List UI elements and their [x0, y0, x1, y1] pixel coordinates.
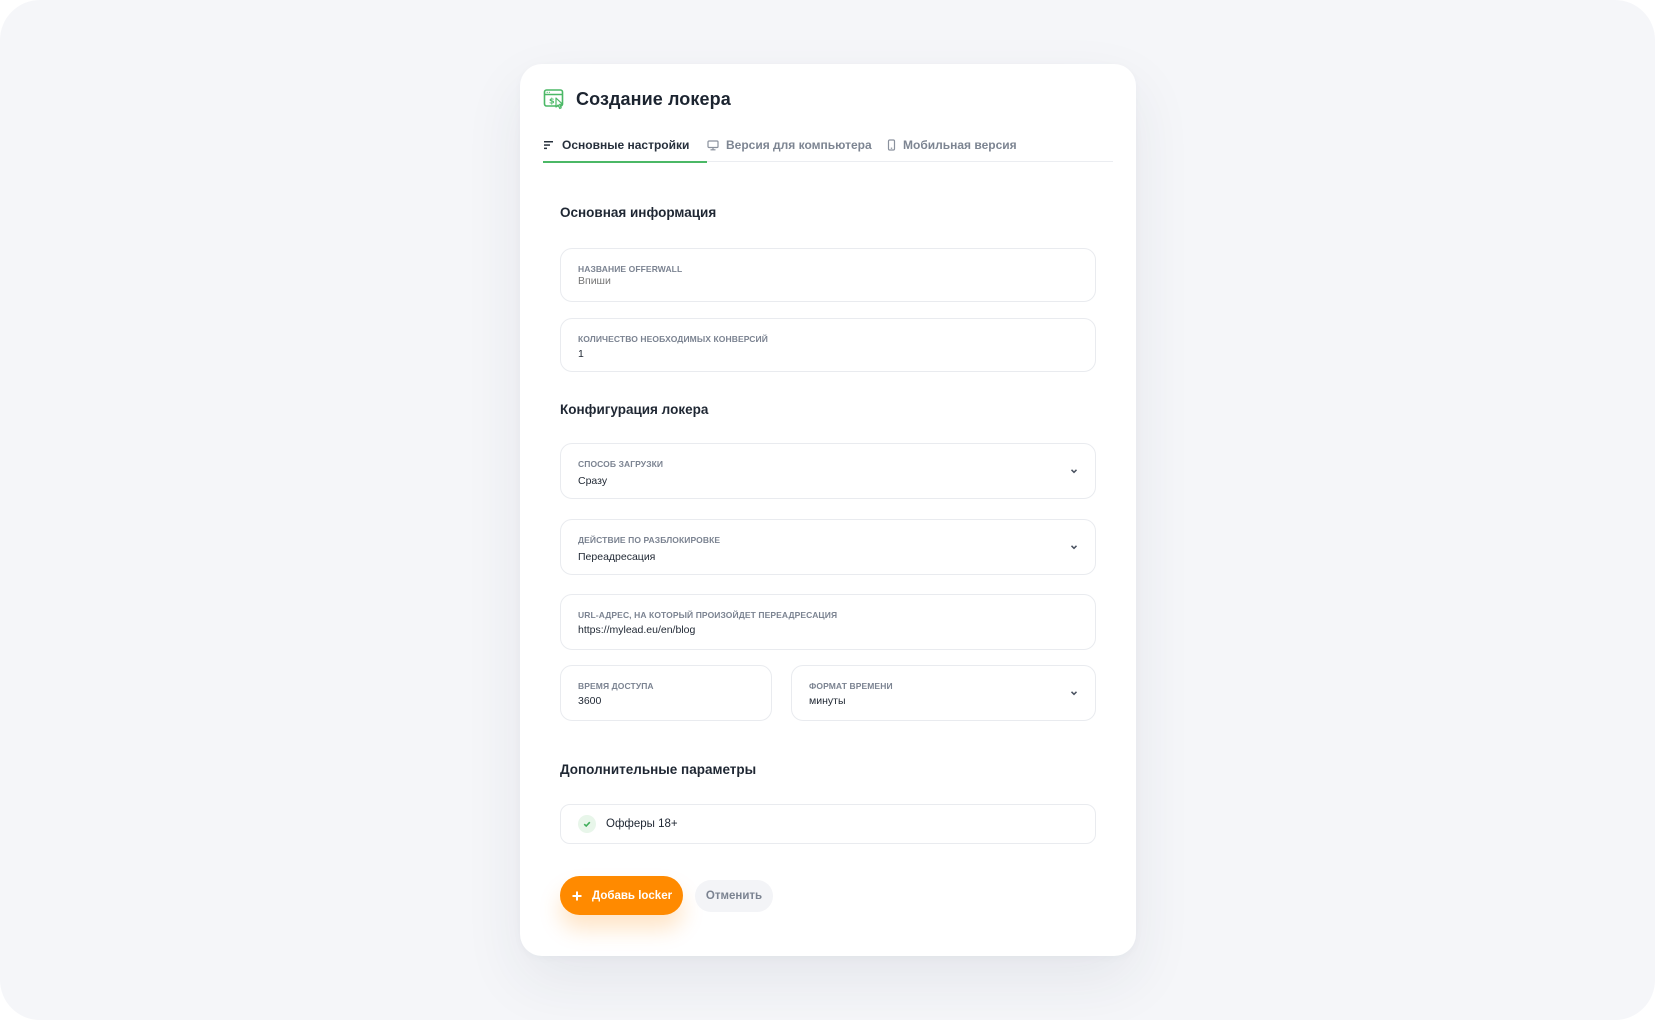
time-format-value: минуты — [809, 695, 846, 707]
field-label: Способ загрузки — [578, 459, 664, 469]
svg-text:$: $ — [549, 97, 555, 106]
desktop-icon — [707, 139, 719, 150]
field-label: Время доступа — [578, 681, 654, 691]
conversions-field[interactable]: Количество необходимых конверсий 1 — [560, 318, 1096, 372]
field-label: Название offerwall — [578, 264, 683, 274]
access-time-field[interactable]: Время доступа 3600 — [560, 665, 772, 721]
tab-label: Основные настройки — [562, 138, 690, 152]
adult-offers-label: Офферы 18+ — [606, 818, 678, 830]
access-time-value: 3600 — [578, 695, 602, 707]
section-title-basic-info: Основная информация — [560, 205, 717, 220]
field-label: Действие по разблокировке — [578, 535, 721, 545]
load-method-select[interactable]: Способ загрузки Сразу — [560, 443, 1096, 499]
field-label: Формат времени — [809, 681, 893, 691]
checkbox-checked[interactable] — [578, 815, 596, 833]
add-locker-label: Добавь locker — [592, 889, 673, 902]
cancel-button[interactable]: Отменить — [695, 880, 773, 912]
chevron-down-icon — [1070, 469, 1078, 474]
unlock-action-select[interactable]: Действие по разблокировке Переадресация — [560, 519, 1096, 575]
tab-label: Мобильная версия — [903, 138, 1017, 152]
sort-lines-icon — [544, 141, 553, 150]
tab-mobile-version[interactable]: Мобильная версия — [887, 128, 1047, 162]
chevron-down-icon — [1070, 545, 1078, 550]
plus-icon — [572, 891, 582, 900]
locker-dollar-icon: $ — [543, 89, 564, 110]
chevron-down-icon — [1070, 691, 1078, 696]
tab-label: Версия для компьютера — [726, 138, 872, 152]
unlock-action-value: Переадресация — [578, 551, 656, 563]
add-locker-button[interactable]: Добавь locker — [560, 876, 683, 915]
tab-bar: Основные настройки Версия для компьютера… — [543, 128, 1113, 163]
field-label: Количество необходимых конверсий — [578, 334, 768, 344]
redirect-url-value: https://mylead.eu/en/blog — [578, 624, 696, 636]
offerwall-name-field[interactable]: Название offerwall — [560, 248, 1096, 302]
modal-header: $ Создание локера — [543, 86, 731, 112]
create-locker-modal: $ Создание локера Основные настройки Вер… — [520, 64, 1136, 956]
redirect-url-field[interactable]: URL-адрес, на который произойдет переадр… — [560, 594, 1096, 650]
section-title-config: Конфигурация локера — [560, 402, 709, 417]
page-title: Создание локера — [576, 88, 731, 109]
time-format-select[interactable]: Формат времени минуты — [791, 665, 1096, 721]
conversions-value: 1 — [578, 348, 584, 360]
section-title-extra: Дополнительные параметры — [560, 762, 757, 777]
tab-basic-settings[interactable]: Основные настройки — [543, 128, 707, 163]
field-label: URL-адрес, на который произойдет переадр… — [578, 610, 838, 620]
load-method-value: Сразу — [578, 475, 608, 487]
offerwall-name-input[interactable] — [578, 275, 978, 287]
check-icon — [583, 821, 591, 828]
tab-desktop-version[interactable]: Версия для компьютера — [707, 128, 887, 162]
adult-offers-option[interactable]: Офферы 18+ — [560, 804, 1096, 844]
mobile-icon — [887, 139, 896, 151]
